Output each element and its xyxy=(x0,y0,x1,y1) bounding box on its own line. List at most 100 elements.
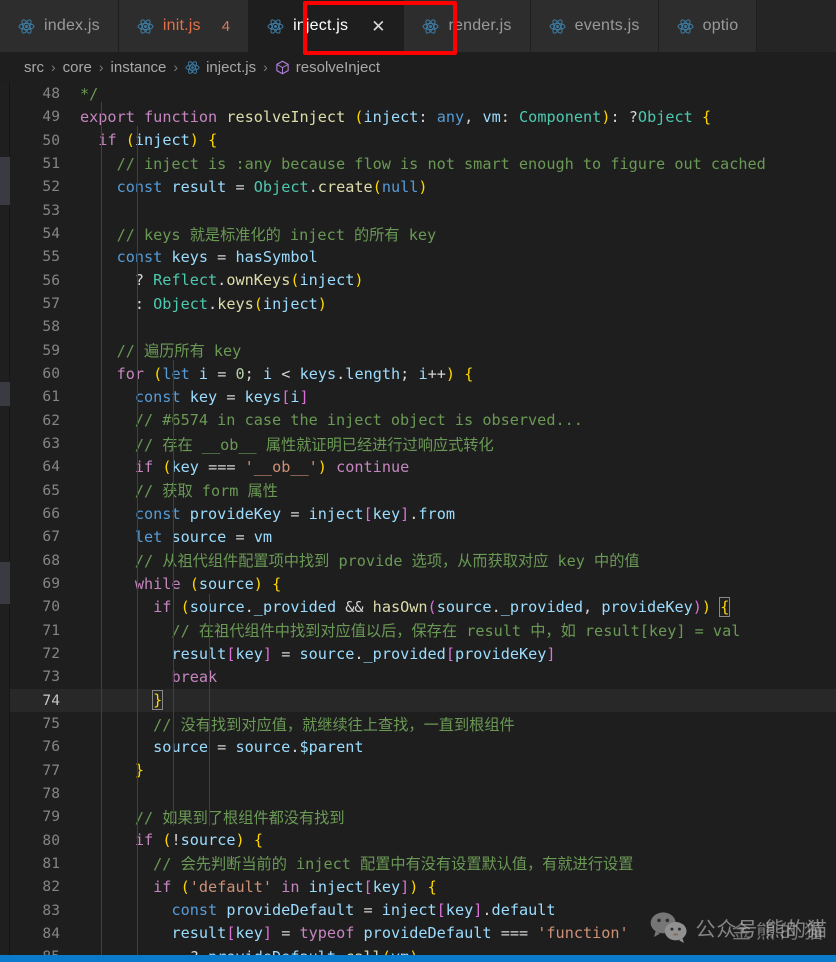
line-number: 60 xyxy=(42,365,60,383)
line-number: 81 xyxy=(42,854,60,872)
line-number: 65 xyxy=(42,481,60,499)
code-text: break xyxy=(171,667,218,686)
code-content[interactable]: 48 */ 49 export function resolveInject (inj… xyxy=(10,82,836,962)
breadcrumb-item-core[interactable]: core xyxy=(63,59,92,76)
line-number: 77 xyxy=(42,761,60,779)
code-text: // 如果到了根组件都没有找到 xyxy=(80,808,345,827)
line-number: 76 xyxy=(42,738,60,756)
code-line-63[interactable]: 63 // 存在 __ob__ 属性就证明已经进行过响应式转化 xyxy=(10,432,836,455)
code-line-53[interactable]: 53 xyxy=(10,199,836,222)
javascript-react-icon xyxy=(185,60,200,74)
code-line-48[interactable]: 48 */ xyxy=(10,82,836,105)
code-editor[interactable]: 48 */ 49 export function resolveInject (inj… xyxy=(0,82,836,962)
line-number: 70 xyxy=(42,598,60,616)
line-number: 79 xyxy=(42,808,60,826)
line-number: 62 xyxy=(42,411,60,429)
symbol-method-cube-icon xyxy=(276,60,289,74)
code-line-52[interactable]: 52 const result = Object.create(null) xyxy=(10,175,836,198)
tab-label: events.js xyxy=(574,17,640,34)
line-number: 48 xyxy=(42,85,60,103)
code-line-83[interactable]: 83 const provideDefault = inject[key].de… xyxy=(10,898,836,921)
javascript-react-icon xyxy=(18,18,35,34)
editor-tab-init-js[interactable]: init.js 4 xyxy=(118,0,250,52)
code-line-78[interactable]: 78 xyxy=(10,782,836,805)
code-line-69[interactable]: 69 while (source) { xyxy=(10,572,836,595)
line-number: 82 xyxy=(42,878,60,896)
breadcrumb-separator: › xyxy=(51,59,56,75)
code-text: // 从祖代组件配置项中找到 provide 选项，从而获取对应 key 中的值 xyxy=(80,552,640,571)
code-line-49[interactable]: 49 export function resolveInject (inject:… xyxy=(10,105,836,128)
code-text: } xyxy=(134,761,145,780)
code-line-67[interactable]: 67 let source = vm xyxy=(10,525,836,548)
code-line-84[interactable]: 84 result[key] = typeof provideDefault =… xyxy=(10,922,836,945)
line-number: 78 xyxy=(42,785,60,802)
code-text: while (source) { xyxy=(134,574,282,593)
code-line-59[interactable]: 59 // 遍历所有 key xyxy=(10,339,836,362)
code-line-57[interactable]: 57 : Object.keys(inject) xyxy=(10,292,836,315)
code-line-81[interactable]: 81 // 会先判断当前的 inject 配置中有没有设置默认值，有就进行设置 xyxy=(10,852,836,875)
code-line-68[interactable]: 68 // 从祖代组件配置项中找到 provide 选项，从而获取对应 key … xyxy=(10,549,836,572)
code-line-54[interactable]: 54 // keys 就是标准化的 inject 的所有 key xyxy=(10,222,836,245)
close-icon[interactable]: ✕ xyxy=(371,18,385,35)
code-text: : Object.keys(inject) xyxy=(80,294,327,313)
vscode-window: index.js init.js 4 inject.js ✕ render.js event… xyxy=(0,0,836,962)
breadcrumb-item-src[interactable]: src xyxy=(24,59,44,76)
editor-tab-render-js[interactable]: render.js xyxy=(404,0,531,52)
editor-tab-bar: index.js init.js 4 inject.js ✕ render.js event… xyxy=(0,0,836,52)
code-line-74[interactable]: 74 } xyxy=(10,688,836,712)
breadcrumb-separator: › xyxy=(173,59,179,75)
editor-tab-optio[interactable]: optio xyxy=(658,0,758,52)
code-text: const result = Object.create(null) xyxy=(116,177,428,196)
code-text: // 存在 __ob__ 属性就证明已经进行过响应式转化 xyxy=(80,435,494,454)
code-line-82[interactable]: 82 if ('default' in inject[key]) { xyxy=(10,875,836,898)
editor-tab-inject-js[interactable]: inject.js ✕ xyxy=(249,0,405,52)
code-line-60[interactable]: 60 for (let i = 0; i < keys.length; i++)… xyxy=(10,362,836,385)
line-number: 58 xyxy=(42,318,60,336)
tab-label: optio xyxy=(702,17,739,34)
code-text: // keys 就是标准化的 inject 的所有 key xyxy=(80,225,437,244)
breadcrumb-separator: › xyxy=(263,59,268,75)
code-line-80[interactable]: 80 if (!source) { xyxy=(10,829,836,852)
code-text: result[key] = source._provided[provideKe… xyxy=(171,644,556,663)
breadcrumb-item-resolveInject[interactable]: resolveInject xyxy=(275,59,380,76)
breadcrumb-item-instance[interactable]: instance xyxy=(111,59,167,76)
code-line-77[interactable]: 77 } xyxy=(10,759,836,782)
code-line-56[interactable]: 56 ? Reflect.ownKeys(inject) xyxy=(10,269,836,292)
code-line-55[interactable]: 55 const keys = hasSymbol xyxy=(10,245,836,268)
breadcrumb-label: resolveInject xyxy=(295,58,380,76)
code-line-70[interactable]: 70 if (source._provided && hasOwn(source… xyxy=(10,595,836,618)
code-line-58[interactable]: 58 xyxy=(10,315,836,338)
code-line-61[interactable]: 61 const key = keys[i] xyxy=(10,385,836,408)
code-line-51[interactable]: 51 // inject is :any because flow is not… xyxy=(10,152,836,175)
javascript-react-icon xyxy=(137,18,154,34)
code-text: // 没有找到对应值，就继续往上查找，一直到根组件 xyxy=(80,715,515,734)
code-line-76[interactable]: 76 source = source.$parent xyxy=(10,735,836,758)
code-text: if (key === '__ob__') continue xyxy=(134,457,410,476)
line-number: 50 xyxy=(42,131,60,149)
code-line-66[interactable]: 66 const provideKey = inject[key].from xyxy=(10,502,836,525)
code-text: export function resolveInject (inject: a… xyxy=(80,107,712,126)
breadcrumb-item-inject-js[interactable]: inject.js xyxy=(185,59,256,76)
code-line-62[interactable]: 62 // #6574 in case the inject object is… xyxy=(10,409,836,432)
tab-badge: 4 xyxy=(221,17,231,35)
code-line-71[interactable]: 71 // 在祖代组件中找到对应值以后，保存在 result 中，如 resul… xyxy=(10,619,836,642)
line-number: 71 xyxy=(42,621,60,639)
code-text: const keys = hasSymbol xyxy=(116,247,318,266)
code-line-64[interactable]: 64 if (key === '__ob__') continue xyxy=(10,455,836,478)
tab-label: inject.js xyxy=(293,17,349,34)
code-line-50[interactable]: 50 if (inject) { xyxy=(10,129,836,152)
status-bar[interactable] xyxy=(0,955,836,962)
code-line-79[interactable]: 79 // 如果到了根组件都没有找到 xyxy=(10,805,836,828)
code-line-65[interactable]: 65 // 获取 form 属性 xyxy=(10,479,836,502)
adjacent-editor-strip[interactable] xyxy=(0,82,10,962)
code-line-75[interactable]: 75 // 没有找到对应值，就继续往上查找，一直到根组件 xyxy=(10,712,836,735)
line-number: 55 xyxy=(42,248,60,266)
editor-tab-index-js[interactable]: index.js xyxy=(0,0,119,52)
breadcrumb-separator: › xyxy=(98,59,104,75)
code-line-72[interactable]: 72 result[key] = source._provided[provid… xyxy=(10,642,836,665)
code-text: if (inject) { xyxy=(98,131,218,150)
editor-tab-events-js[interactable]: events.js xyxy=(530,0,659,52)
code-line-73[interactable]: 73 break xyxy=(10,665,836,688)
line-number: 57 xyxy=(42,295,60,313)
breadcrumb[interactable]: src › core › instance › inject.js › resolveInjec… xyxy=(0,52,836,82)
